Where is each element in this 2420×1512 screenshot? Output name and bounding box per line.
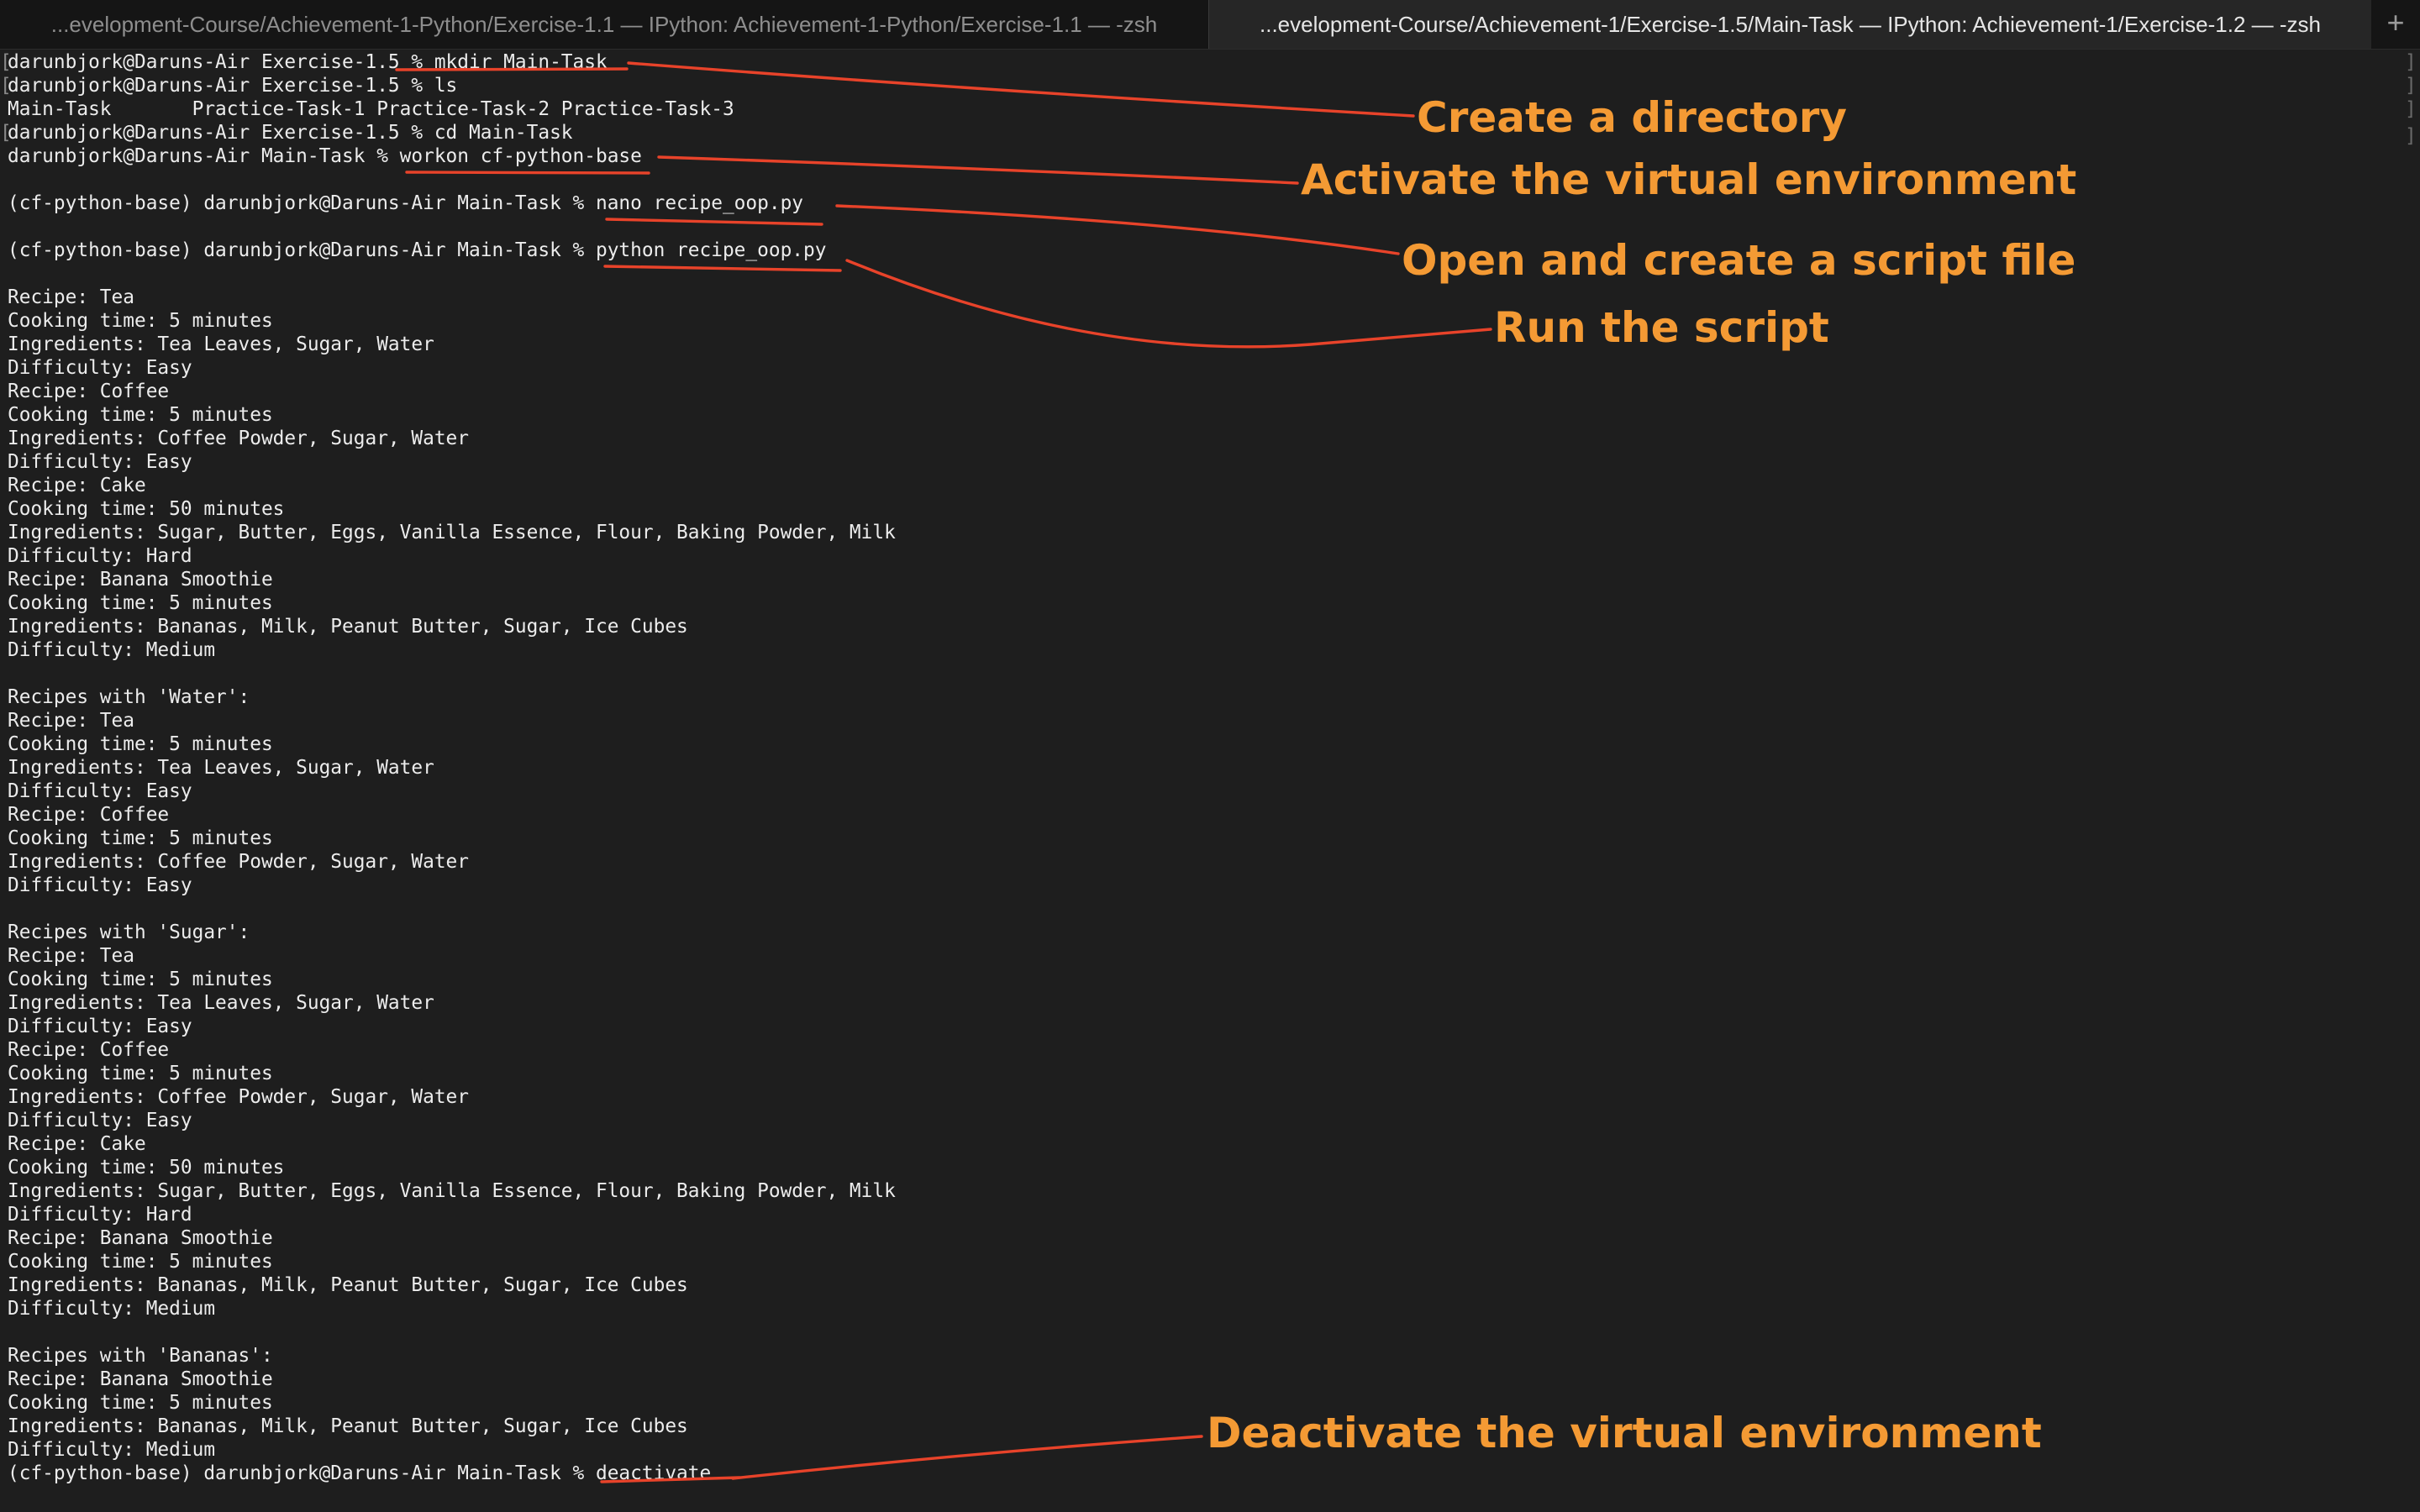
terminal-line: (cf-python-base) darunbjork@Daruns-Air M… (8, 192, 804, 214)
terminal-line: (cf-python-base) darunbjork@Daruns-Air M… (8, 1462, 712, 1484)
annotation-deactivate-env: Deactivate the virtual environment (1207, 1409, 2042, 1457)
terminal-line: Difficulty: Easy (8, 357, 192, 379)
terminal-line: Cooking time: 5 minutes (8, 1063, 273, 1084)
tab-bar: ...evelopment-Course/Achievement-1-Pytho… (0, 0, 2420, 50)
terminal-line: Difficulty: Easy (8, 874, 192, 896)
annotation-activate-env: Activate the virtual environment (1301, 155, 2077, 204)
terminal-line: Ingredients: Sugar, Butter, Eggs, Vanill… (8, 522, 896, 543)
annotation-create-directory: Create a directory (1417, 93, 1848, 142)
terminal-line: Recipe: Tea (8, 710, 134, 732)
terminal-line: darunbjork@Daruns-Air Exercise-1.5 % cd … (8, 122, 573, 144)
terminal-line: Difficulty: Medium (8, 1298, 216, 1320)
line-left-bracket: [ (0, 51, 12, 73)
terminal-line: Cooking time: 5 minutes (8, 592, 273, 614)
terminal-line: Cooking time: 5 minutes (8, 1251, 273, 1273)
line-right-bracket: ] (2405, 75, 2417, 97)
terminal-line: Difficulty: Medium (8, 639, 216, 661)
tab-main-task[interactable]: ...evelopment-Course/Achievement-1/Exerc… (1208, 0, 2371, 49)
line-right-bracket: ] (2405, 125, 2417, 147)
terminal-line: Difficulty: Medium (8, 1439, 216, 1461)
terminal-line: Ingredients: Coffee Powder, Sugar, Water (8, 1086, 469, 1108)
line-right-bracket: ] (2405, 51, 2417, 73)
terminal-line: Ingredients: Sugar, Butter, Eggs, Vanill… (8, 1180, 896, 1202)
terminal-line: Recipe: Coffee (8, 1039, 170, 1061)
terminal-line: Cooking time: 50 minutes (8, 1157, 285, 1179)
terminal-line: Ingredients: Tea Leaves, Sugar, Water (8, 333, 434, 355)
terminal-line: Ingredients: Coffee Powder, Sugar, Water (8, 851, 469, 873)
terminal-line: Recipe: Cake (8, 1133, 146, 1155)
terminal-line: Difficulty: Easy (8, 451, 192, 473)
terminal-line: Cooking time: 5 minutes (8, 310, 273, 332)
terminal-line: Difficulty: Hard (8, 545, 192, 567)
terminal-line: Recipe: Banana Smoothie (8, 1227, 273, 1249)
terminal-line: Ingredients: Bananas, Milk, Peanut Butte… (8, 616, 688, 638)
terminal-line: Difficulty: Easy (8, 1016, 192, 1037)
new-tab-plus-icon[interactable]: + (2371, 0, 2420, 49)
terminal-line: Ingredients: Coffee Powder, Sugar, Water (8, 428, 469, 449)
terminal-line: Recipe: Tea (8, 945, 134, 967)
terminal-line: Recipe: Banana Smoothie (8, 1368, 273, 1390)
terminal-line: Cooking time: 5 minutes (8, 1392, 273, 1414)
line-left-bracket: [ (0, 75, 12, 97)
terminal-line: Recipes with 'Water': (8, 686, 250, 708)
terminal-line: (cf-python-base) darunbjork@Daruns-Air M… (8, 239, 827, 261)
terminal-line: Recipe: Coffee (8, 381, 170, 402)
terminal-line: darunbjork@Daruns-Air Exercise-1.5 % mkd… (8, 51, 608, 73)
tab-exercise-1-1[interactable]: ...evelopment-Course/Achievement-1-Pytho… (0, 0, 1208, 49)
terminal-line: Recipe: Coffee (8, 804, 170, 826)
terminal-line: Cooking time: 50 minutes (8, 498, 285, 520)
line-left-bracket: [ (0, 122, 12, 144)
terminal-line: Main-Task Practice-Task-1 Practice-Task-… (8, 98, 734, 120)
terminal-line: Recipe: Tea (8, 286, 134, 308)
terminal-line: Ingredients: Tea Leaves, Sugar, Water (8, 992, 434, 1014)
terminal-line: Difficulty: Easy (8, 780, 192, 802)
terminal-line: Difficulty: Easy (8, 1110, 192, 1131)
terminal-line: Ingredients: Bananas, Milk, Peanut Butte… (8, 1274, 688, 1296)
terminal-line: Ingredients: Tea Leaves, Sugar, Water (8, 757, 434, 779)
terminal-line: Cooking time: 5 minutes (8, 733, 273, 755)
terminal-line: Recipes with 'Sugar': (8, 921, 250, 943)
terminal-line: Cooking time: 5 minutes (8, 827, 273, 849)
terminal-line: Ingredients: Bananas, Milk, Peanut Butte… (8, 1415, 688, 1437)
terminal-line: Recipe: Banana Smoothie (8, 569, 273, 591)
terminal-line: Recipes with 'Bananas': (8, 1345, 273, 1367)
terminal-line: Difficulty: Hard (8, 1204, 192, 1226)
annotation-run-script: Run the script (1494, 303, 1829, 352)
terminal-line: darunbjork@Daruns-Air Exercise-1.5 % ls (8, 75, 458, 97)
terminal-line: Recipe: Cake (8, 475, 146, 496)
line-right-bracket: ] (2405, 98, 2417, 120)
annotation-open-script: Open and create a script file (1402, 236, 2076, 285)
terminal-line: Cooking time: 5 minutes (8, 404, 273, 426)
terminal-line: darunbjork@Daruns-Air Main-Task % workon… (8, 145, 642, 167)
terminal-line: Cooking time: 5 minutes (8, 969, 273, 990)
